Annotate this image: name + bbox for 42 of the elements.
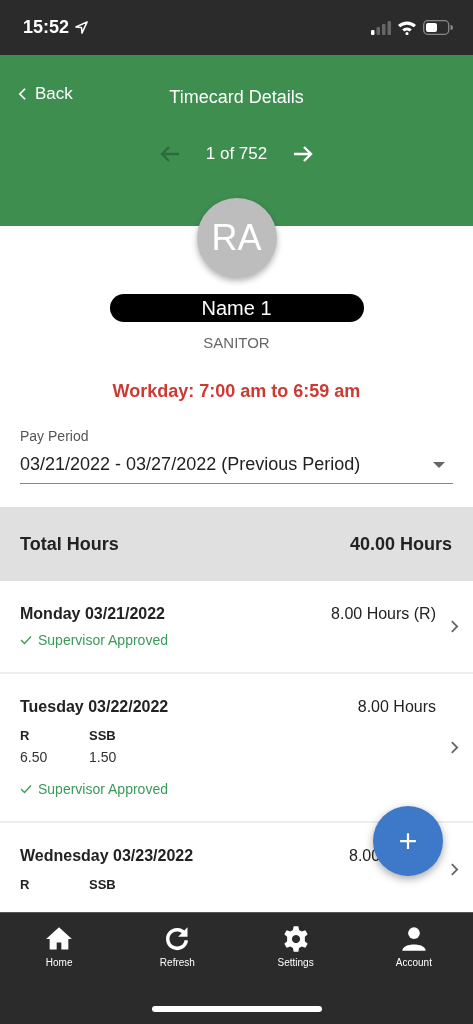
day-date: Monday 03/21/2022 — [20, 605, 165, 623]
field-label: Pay Period — [20, 428, 90, 444]
chevron-left-icon — [18, 87, 27, 101]
day-hours: 8.00 Hours (R) — [331, 605, 436, 623]
tab-bar-item[interactable]: Refresh — [142, 925, 213, 968]
house-icon — [45, 925, 74, 953]
pay-code-hours: 6.50 — [20, 749, 49, 765]
day-hours: 8.00 Hours — [357, 698, 436, 716]
location-arrow-icon — [74, 20, 90, 35]
screen-title: Timecard Details — [169, 86, 304, 108]
pay-code: SSB — [89, 877, 117, 892]
plus-icon — [399, 832, 417, 850]
chevron-right-icon — [450, 740, 459, 755]
day-row[interactable]: Monday 03/21/2022 8.00 Hours (R) Supervisor Approved — [0, 581, 473, 674]
total-value: 40.00 Hours — [349, 533, 452, 555]
battery-icon — [423, 20, 453, 35]
pay-code-hours: 1.50 — [89, 749, 118, 765]
chevron-right-icon — [450, 619, 459, 634]
chevron-right-icon — [450, 862, 459, 877]
employee-role: SANITOR — [203, 334, 270, 351]
pay-code: R — [20, 728, 31, 743]
pay-period-dropdown[interactable]: 03/21/2022 - 03/27/2022 (Previous Period) — [20, 454, 453, 484]
tab-bar-item[interactable]: Home — [24, 925, 95, 968]
pay-code: R — [20, 877, 31, 892]
signal-icon — [371, 20, 391, 35]
employee-name: Name 1 — [109, 294, 364, 322]
avatar: RA — [196, 198, 277, 278]
page-counter: 1 of 752 — [205, 144, 268, 164]
day-date: Tuesday 03/22/2022 — [20, 698, 169, 716]
workday-text: Workday: 7:00 am to 6:59 am — [112, 381, 361, 402]
back-button[interactable]: Back — [18, 84, 73, 104]
day-date: Wednesday 03/23/2022 — [20, 847, 194, 865]
pay-code: SSB — [89, 728, 117, 743]
caret-icon — [433, 461, 445, 468]
tab-bar-item[interactable]: Account — [378, 925, 449, 968]
person-icon — [399, 925, 428, 953]
wifi-icon — [397, 20, 417, 35]
approval-status: Supervisor Approved — [38, 781, 168, 797]
total-label: Total Hours — [20, 533, 119, 555]
status-time: 15:52 — [23, 17, 70, 38]
tab-bar-item[interactable]: Settings — [260, 925, 331, 968]
approval-status: Supervisor Approved — [38, 632, 168, 648]
